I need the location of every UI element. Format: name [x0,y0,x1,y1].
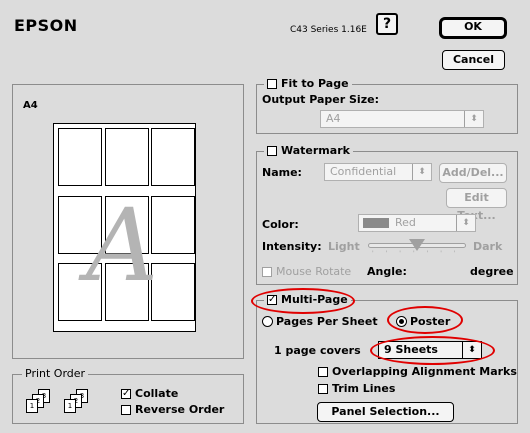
trim-lines-label: Trim Lines [332,382,396,395]
watermark-color-value: Red [395,216,416,229]
document-icon: 1 [64,399,76,413]
collate-label: Collate [135,387,179,400]
watermark-label: Watermark [281,144,350,157]
pages-per-sheet-radio[interactable] [262,316,273,327]
updown-arrow-icon: ⬍ [412,164,431,180]
print-order-icon-normal: 3 2 1 [26,389,56,415]
mouse-rotate-label: Mouse Rotate [276,265,352,278]
multi-page-checkbox[interactable]: ✓ [267,295,277,305]
intensity-light-label: Light [328,240,360,253]
document-icon: 1 [26,399,38,413]
help-icon: ? [382,16,392,32]
preview-page: A [53,123,196,332]
panel-selection-button[interactable]: Panel Selection... [317,402,454,422]
overlapping-marks-label: Overlapping Alignment Marks [332,365,517,378]
collate-checkbox[interactable]: ✓ [121,389,131,399]
reverse-order-checkbox[interactable] [121,405,131,415]
fit-to-page-header: Fit to Page [264,77,352,91]
watermark-name-label: Name: [262,166,302,179]
watermark-color-label: Color: [262,218,299,231]
poster-option[interactable]: Poster [396,315,456,329]
intensity-dark-label: Dark [473,240,503,253]
overlapping-marks-checkbox[interactable] [318,367,328,377]
updown-arrow-icon: ⬍ [464,111,483,127]
poster-sheet [105,128,149,186]
ok-button[interactable]: OK [439,17,507,39]
slider-ticks: ''''''' [372,250,468,257]
add-del-button[interactable]: Add/Del... [439,163,507,183]
output-paper-size-select[interactable]: A4 ⬍ [320,110,484,128]
updown-arrow-icon: ⬍ [456,215,475,231]
page-covers-select[interactable]: 9 Sheets ⬍ [378,341,482,359]
output-paper-size-value: A4 [326,112,341,125]
pages-per-sheet-label: Pages Per Sheet [276,315,378,328]
print-order-icon-collated: 3 2 1 [64,389,94,415]
page-covers-value: 9 Sheets [384,343,438,356]
preview-panel: A4 A [12,84,244,359]
watermark-checkbox[interactable] [267,146,277,156]
multi-page-label: Multi-Page [281,293,348,306]
angle-unit: degree [470,265,514,278]
mouse-rotate-checkbox[interactable] [262,267,272,277]
reverse-order-label: Reverse Order [135,403,225,416]
output-paper-size-label: Output Paper Size: [262,93,379,106]
multi-page-header: ✓ Multi-Page [264,293,351,307]
watermark-color-select[interactable]: Red ⬍ [358,214,476,232]
poster-label: Poster [410,315,451,328]
intensity-slider[interactable]: ''''''' [368,238,466,258]
poster-letter-image: A [86,187,159,304]
poster-sheet [58,128,102,186]
angle-label: Angle: [367,265,407,278]
page-covers-label: 1 page covers [274,344,361,357]
trim-lines-checkbox[interactable] [318,384,328,394]
color-swatch [363,218,389,228]
driver-version: C43 Series 1.16E [290,25,367,35]
cancel-button[interactable]: Cancel [442,50,505,70]
poster-radio[interactable] [396,316,407,327]
updown-arrow-icon: ⬍ [462,342,481,358]
intensity-label: Intensity: [262,240,322,253]
brand-logo: EPSON [14,16,78,35]
help-button[interactable]: ? [376,13,398,35]
poster-sheet [151,128,195,186]
fit-to-page-checkbox[interactable] [267,79,277,89]
preview-paper-label: A4 [23,100,38,111]
watermark-header: Watermark [264,144,353,158]
edit-text-button[interactable]: Edit Text... [446,188,507,222]
pages-per-sheet-option[interactable]: Pages Per Sheet [262,315,382,329]
watermark-name-value: Confidential [330,165,397,178]
print-order-title: Print Order [22,367,89,380]
fit-to-page-label: Fit to Page [281,77,349,90]
watermark-name-select[interactable]: Confidential ⬍ [324,163,432,181]
